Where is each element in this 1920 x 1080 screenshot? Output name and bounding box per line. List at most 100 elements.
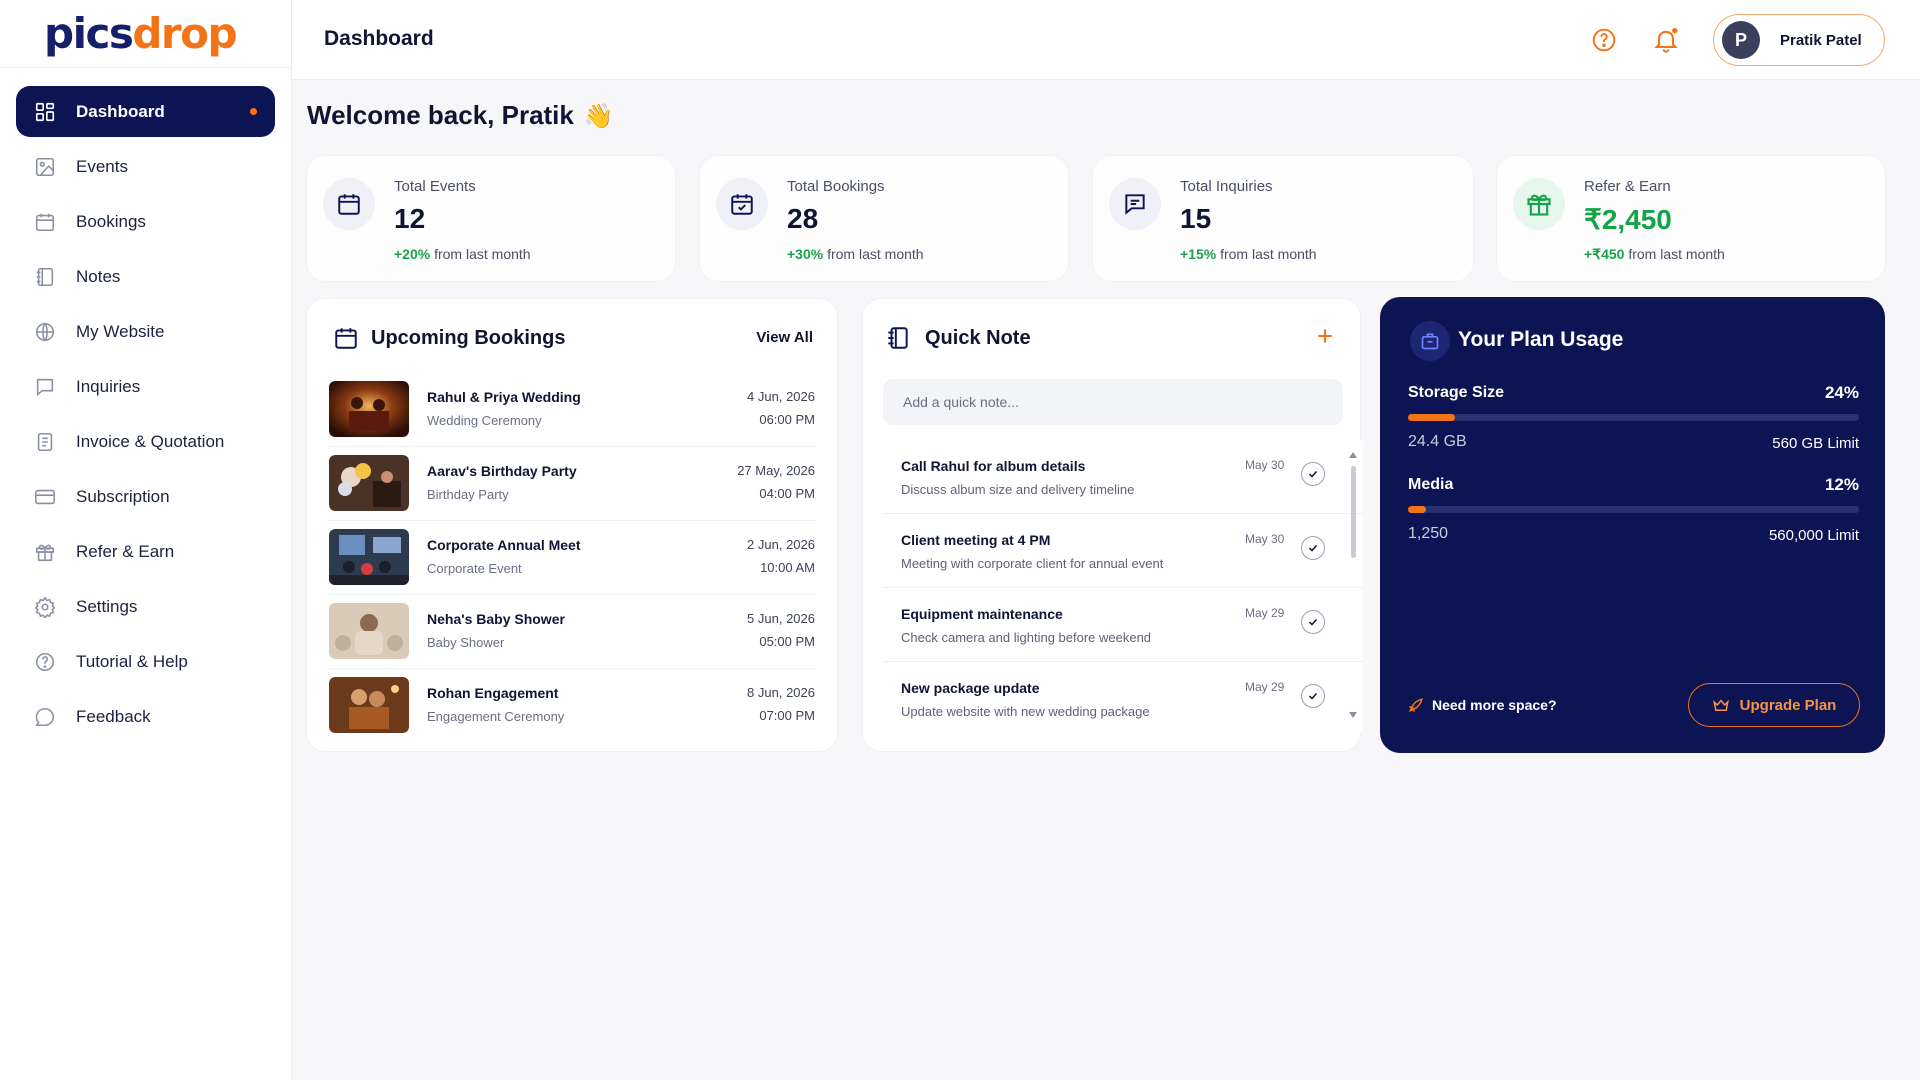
stat-card-total-bookings[interactable]: Total Bookings 28 +30% from last month [700, 156, 1068, 281]
stat-label: Total Bookings [787, 178, 885, 195]
stat-value: 12 [394, 203, 426, 234]
logo-text-pics: pics [44, 9, 134, 58]
note-item[interactable]: New package update Update website with n… [883, 662, 1363, 732]
booking-time: 07:00 PM [759, 708, 815, 723]
image-icon [35, 157, 55, 176]
quick-note-panel: Quick Note Call Rahul for album details … [863, 299, 1363, 751]
sidebar-item-notes[interactable]: Notes [16, 251, 275, 302]
booking-type: Engagement Ceremony [427, 709, 565, 724]
need-more-space-text: Need more space? [1432, 697, 1557, 713]
sidebar-item-settings[interactable]: Settings [16, 581, 275, 632]
quick-note-input[interactable] [883, 379, 1343, 425]
sidebar-item-inquiries[interactable]: Inquiries [16, 361, 275, 412]
stat-delta: +20% from last month [394, 246, 531, 262]
sidebar-item-my-website[interactable]: My Website [16, 306, 275, 357]
media-limit: 560,000 Limit [1768, 527, 1859, 544]
complete-note-button[interactable] [1301, 462, 1325, 486]
note-item[interactable]: Equipment maintenance Check camera and l… [883, 588, 1363, 662]
booking-row[interactable]: Rohan Engagement Engagement Ceremony 8 Ju… [329, 677, 815, 743]
stat-delta: +30% from last month [787, 246, 924, 262]
note-date: May 29 [1245, 680, 1285, 694]
storage-progress-bar [1408, 414, 1859, 421]
help-icon [35, 652, 55, 671]
card-icon [35, 489, 55, 504]
complete-note-button[interactable] [1301, 610, 1325, 634]
booking-date: 2 Jun, 2026 [747, 537, 815, 552]
booking-name: Aarav's Birthday Party [427, 463, 577, 479]
sidebar-item-refer-earn[interactable]: Refer & Earn [16, 526, 275, 577]
complete-note-button[interactable] [1301, 536, 1325, 560]
page-title: Dashboard [324, 27, 434, 50]
sidebar-item-dashboard[interactable]: Dashboard [16, 86, 275, 137]
complete-note-button[interactable] [1301, 684, 1325, 708]
sidebar-item-label: Refer & Earn [76, 541, 175, 561]
note-description: Discuss album size and delivery timeline [901, 482, 1135, 497]
sidebar-item-label: Tutorial & Help [76, 651, 188, 671]
stat-card-refer-earn[interactable]: Refer & Earn ₹2,450 +₹450 from last mont… [1497, 156, 1885, 281]
wave-emoji: 👋 [583, 103, 614, 130]
sidebar-item-label: Notes [76, 266, 121, 286]
feedback-icon [35, 707, 54, 726]
sidebar-item-subscription[interactable]: Subscription [16, 471, 275, 522]
storage-progress-fill [1408, 414, 1456, 421]
scroll-up-icon [1349, 452, 1357, 458]
briefcase-icon [1410, 321, 1450, 361]
note-title: Client meeting at 4 PM [901, 532, 1051, 548]
stat-value: 15 [1180, 203, 1212, 234]
welcome-text: Welcome back, Pratik [307, 100, 574, 130]
notebook-icon [36, 267, 54, 286]
calendar-icon [35, 213, 55, 231]
sidebar-item-tutorial-help[interactable]: Tutorial & Help [16, 636, 275, 687]
help-button[interactable] [1580, 16, 1628, 64]
sidebar-item-bookings[interactable]: Bookings [16, 196, 275, 247]
crown-icon [1712, 699, 1729, 711]
booking-date: 8 Jun, 2026 [747, 685, 815, 700]
note-description: Check camera and lighting before weekend [901, 630, 1152, 645]
note-scrollbar[interactable] [1349, 452, 1357, 718]
upgrade-plan-button[interactable]: Upgrade Plan [1688, 683, 1860, 727]
booking-thumbnail [329, 529, 409, 585]
sidebar-item-feedback[interactable]: Feedback [16, 691, 275, 742]
scrollbar-thumb[interactable] [1351, 466, 1356, 558]
plan-usage-panel: Your Plan Usage Storage Size 24% 24.4 GB… [1380, 297, 1885, 753]
stat-label: Total Events [394, 178, 476, 195]
add-note-button[interactable] [1308, 319, 1342, 353]
sidebar: pics drop Dashboard Events Bookings Notes… [0, 0, 292, 1080]
calendar-icon [323, 178, 375, 230]
booking-row[interactable]: Rahul & Priya Wedding Wedding Ceremony 4 … [329, 381, 815, 447]
booking-time: 10:00 AM [760, 560, 815, 575]
note-title: Equipment maintenance [901, 606, 1063, 622]
welcome-heading: Welcome back, Pratik 👋 [307, 100, 614, 131]
booking-thumbnail [329, 677, 409, 733]
sidebar-item-label: Feedback [76, 706, 151, 726]
sidebar-item-invoice-quotation[interactable]: Invoice & Quotation [16, 416, 275, 467]
booking-row[interactable]: Aarav's Birthday Party Birthday Party 27 … [329, 455, 815, 521]
stat-label: Total Inquiries [1180, 178, 1273, 195]
sidebar-item-events[interactable]: Events [16, 141, 275, 192]
chat-icon [1109, 178, 1161, 230]
stat-value: 28 [787, 203, 819, 234]
booking-thumbnail [329, 381, 409, 437]
booking-row[interactable]: Corporate Annual Meet Corporate Event 2 J… [329, 529, 815, 595]
notifications-button[interactable] [1642, 16, 1690, 64]
booking-row[interactable]: Neha's Baby Shower Baby Shower 5 Jun, 202… [329, 603, 815, 669]
booking-type: Corporate Event [427, 561, 522, 576]
user-profile-button[interactable]: P Pratik Patel [1713, 14, 1885, 66]
panel-title: Upcoming Bookings [371, 327, 566, 349]
check-icon [1308, 618, 1318, 626]
note-item[interactable]: Call Rahul for album details Discuss alb… [883, 440, 1363, 514]
storage-limit: 560 GB Limit [1772, 435, 1859, 452]
sidebar-item-label: Dashboard [76, 101, 165, 121]
sidebar-item-label: Invoice & Quotation [76, 431, 225, 451]
stat-card-total-inquiries[interactable]: Total Inquiries 15 +15% from last month [1093, 156, 1473, 281]
stat-card-total-events[interactable]: Total Events 12 +20% from last month [307, 156, 675, 281]
stat-delta: +15% from last month [1180, 246, 1317, 262]
note-description: Update website with new wedding package [901, 704, 1150, 719]
sidebar-item-label: Events [76, 156, 128, 176]
view-all-link[interactable]: View All [756, 329, 813, 346]
booking-date: 27 May, 2026 [737, 463, 815, 478]
note-item[interactable]: Client meeting at 4 PM Meeting with corp… [883, 514, 1363, 588]
user-name: Pratik Patel [1780, 31, 1862, 49]
booking-date: 4 Jun, 2026 [747, 389, 815, 404]
brand-logo[interactable]: pics drop [0, 0, 291, 68]
